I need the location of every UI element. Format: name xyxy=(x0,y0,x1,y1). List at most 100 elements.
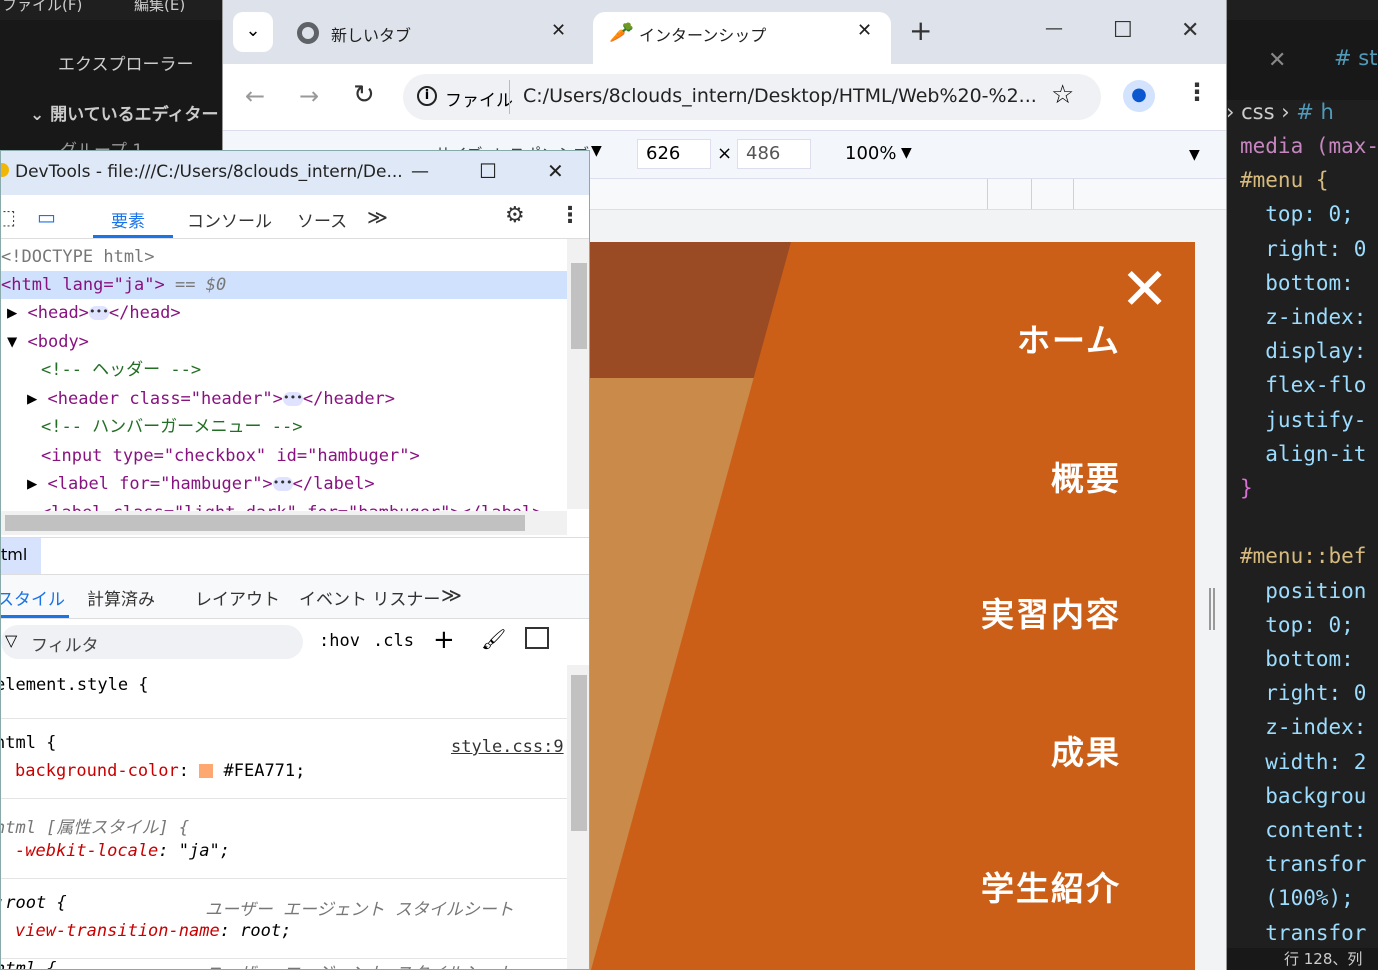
menu-kebab-icon[interactable]: ⋮ xyxy=(1185,78,1209,106)
code-line[interactable]: } xyxy=(1240,476,1253,500)
code-line[interactable]: #menu { xyxy=(1240,168,1329,192)
code-line[interactable]: (100%); xyxy=(1240,886,1354,910)
code-line[interactable]: justify- xyxy=(1240,408,1366,432)
code-line[interactable]: top: 0; xyxy=(1240,202,1354,226)
code-line[interactable]: width: 2 xyxy=(1240,750,1366,774)
rule-html[interactable]: html { style.css:9 background-color: #FE… xyxy=(1,719,567,799)
close-button[interactable]: ✕ xyxy=(547,159,564,183)
tab-sources[interactable]: ソース xyxy=(297,207,347,232)
menu-kebab-icon[interactable]: ⋮ xyxy=(559,203,581,228)
code-line[interactable]: #menu::bef xyxy=(1240,544,1366,568)
dom-html-selected[interactable]: <html lang="ja"> == $0 xyxy=(1,271,567,299)
zoom-select[interactable]: 100% xyxy=(845,143,896,164)
code-line[interactable]: backgrou xyxy=(1240,784,1366,808)
nav-overview[interactable]: 概要 xyxy=(1051,452,1121,500)
code-line[interactable]: bottom: xyxy=(1240,271,1354,295)
code-line[interactable]: z-index: xyxy=(1240,305,1366,329)
breadcrumb-html[interactable]: tml xyxy=(1,538,41,574)
close-window-button[interactable]: ✕ xyxy=(1181,18,1199,43)
code-line[interactable]: position xyxy=(1240,579,1366,603)
dom-tree[interactable]: <!DOCTYPE html> <html lang="ja"> == $0 ▶… xyxy=(1,239,589,537)
cls-button[interactable]: .cls xyxy=(373,631,414,651)
new-rule-icon[interactable]: + xyxy=(433,625,455,655)
code-line[interactable]: right: 0 xyxy=(1240,237,1366,261)
reload-button[interactable]: ↻ xyxy=(353,80,375,110)
tab-console[interactable]: コンソール xyxy=(187,207,272,232)
dom-head[interactable]: ▶ <head>•••</head> xyxy=(7,299,181,327)
css-file-tab[interactable]: # st xyxy=(1334,46,1377,70)
maximize-button[interactable]: ☐ xyxy=(479,159,497,183)
resize-handle[interactable] xyxy=(1209,588,1215,630)
width-input[interactable]: 626 xyxy=(637,139,711,169)
rule-html-attr[interactable]: html [属性スタイル] { -webkit-locale: "ja"; xyxy=(1,799,567,879)
code-line[interactable]: content: xyxy=(1240,818,1366,842)
subtab-layout[interactable]: レイアウト xyxy=(195,585,280,610)
url-text[interactable]: C:/Users/8clouds_intern/Desktop/HTML/Web… xyxy=(523,85,1037,107)
dom-comment[interactable]: <!-- ハンバーガーメニュー --> xyxy=(41,413,302,441)
rule-root[interactable]: :root { ユーザー エージェント スタイルシート view-transit… xyxy=(1,879,567,959)
height-input[interactable]: 486 xyxy=(737,139,811,169)
tab-search-button[interactable]: ⌄ xyxy=(233,12,273,52)
filter-input[interactable]: ▽ フィルタ xyxy=(1,625,303,659)
sidebar-toggle-icon[interactable] xyxy=(525,627,549,649)
star-icon[interactable]: ☆ xyxy=(1051,80,1074,110)
menu-file[interactable]: ファイル(F) xyxy=(2,0,82,15)
more-subtabs-icon[interactable]: ≫ xyxy=(441,583,462,607)
close-icon[interactable]: ✕ xyxy=(857,20,872,41)
dom-doctype[interactable]: <!DOCTYPE html> xyxy=(1,243,155,271)
close-menu-icon[interactable]: ✕ xyxy=(1120,260,1169,318)
settings-icon[interactable]: ⚙ xyxy=(505,203,525,228)
scroll-thumb[interactable] xyxy=(5,515,525,531)
styles-pane[interactable]: element.style { html { style.css:9 backg… xyxy=(1,665,589,969)
rule-element-style[interactable]: element.style { xyxy=(1,665,567,719)
nav-home[interactable]: ホーム xyxy=(1017,314,1121,362)
new-tab-button[interactable]: + xyxy=(909,14,932,47)
style-source-link[interactable]: style.css:9 xyxy=(451,737,564,757)
rule-html-ua[interactable]: html { ユーザー エージェント スタイルシート xyxy=(1,959,567,969)
subtab-styles[interactable]: スタイル xyxy=(1,585,65,610)
code-line[interactable]: align-it xyxy=(1240,442,1366,466)
tab-internship[interactable]: 🥕 インターンシップ ✕ xyxy=(593,12,891,64)
open-editors-section[interactable]: ⌄ 開いているエディター xyxy=(30,100,218,125)
subtab-computed[interactable]: 計算済み xyxy=(87,585,155,610)
device-options-icon[interactable]: ▼ xyxy=(1189,147,1200,163)
device-toggle-icon[interactable]: ▭ xyxy=(37,205,56,229)
nav-students[interactable]: 学生紹介 xyxy=(981,862,1121,910)
paint-brush-icon[interactable]: 🖌 xyxy=(481,627,506,651)
code-line[interactable]: media (max- xyxy=(1240,134,1378,158)
tab-elements[interactable]: 要素 xyxy=(111,207,145,232)
code-line[interactable]: bottom: xyxy=(1240,647,1354,671)
subtab-event-listeners[interactable]: イベント リスナー xyxy=(299,585,440,610)
tab-new-tab[interactable]: 新しいタブ ✕ xyxy=(283,12,583,64)
more-tabs-icon[interactable]: ≫ xyxy=(367,205,388,229)
code-line[interactable]: flex-flo xyxy=(1240,373,1366,397)
nav-training[interactable]: 実習内容 xyxy=(981,588,1121,636)
vscode-editor[interactable]: ✕ # st › css › # h media (max- #menu { to… xyxy=(1226,20,1378,970)
info-icon[interactable]: i xyxy=(417,86,437,106)
dom-body[interactable]: ▼ <body> xyxy=(7,328,89,356)
minimize-button[interactable]: — xyxy=(1045,18,1063,39)
dom-label[interactable]: ▶ <label for="hambuger">•••</label> xyxy=(27,470,375,498)
close-icon[interactable]: ✕ xyxy=(551,20,566,41)
code-line[interactable]: transfor xyxy=(1240,852,1366,876)
profile-icon[interactable]: ● xyxy=(1123,80,1155,112)
forward-button[interactable]: → xyxy=(299,82,319,110)
maximize-button[interactable]: ☐ xyxy=(1113,18,1133,43)
inspect-icon[interactable]: ⬚ xyxy=(1,205,16,229)
minimize-button[interactable]: — xyxy=(411,161,429,182)
scroll-thumb[interactable] xyxy=(571,675,587,831)
code-line[interactable]: right: 0 xyxy=(1240,681,1366,705)
address-bar[interactable]: i ファイル C:/Users/8clouds_intern/Desktop/H… xyxy=(403,74,1101,120)
back-button[interactable]: ← xyxy=(245,82,265,110)
dom-header[interactable]: ▶ <header class="header">•••</header> xyxy=(27,385,395,413)
site-info-chip[interactable]: ファイル xyxy=(445,86,513,111)
hov-button[interactable]: :hov xyxy=(319,631,360,651)
menu-edit[interactable]: 編集(E) xyxy=(134,0,185,15)
code-line[interactable]: top: 0; xyxy=(1240,613,1354,637)
code-line[interactable]: z-index: xyxy=(1240,715,1366,739)
tab-close-icon[interactable]: ✕ xyxy=(1268,48,1286,73)
nav-results[interactable]: 成果 xyxy=(1051,726,1121,774)
dom-input[interactable]: <input type="checkbox" id="hambuger"> xyxy=(41,442,420,470)
code-line[interactable]: display: xyxy=(1240,339,1366,363)
dom-comment[interactable]: <!-- ヘッダー --> xyxy=(41,356,201,384)
